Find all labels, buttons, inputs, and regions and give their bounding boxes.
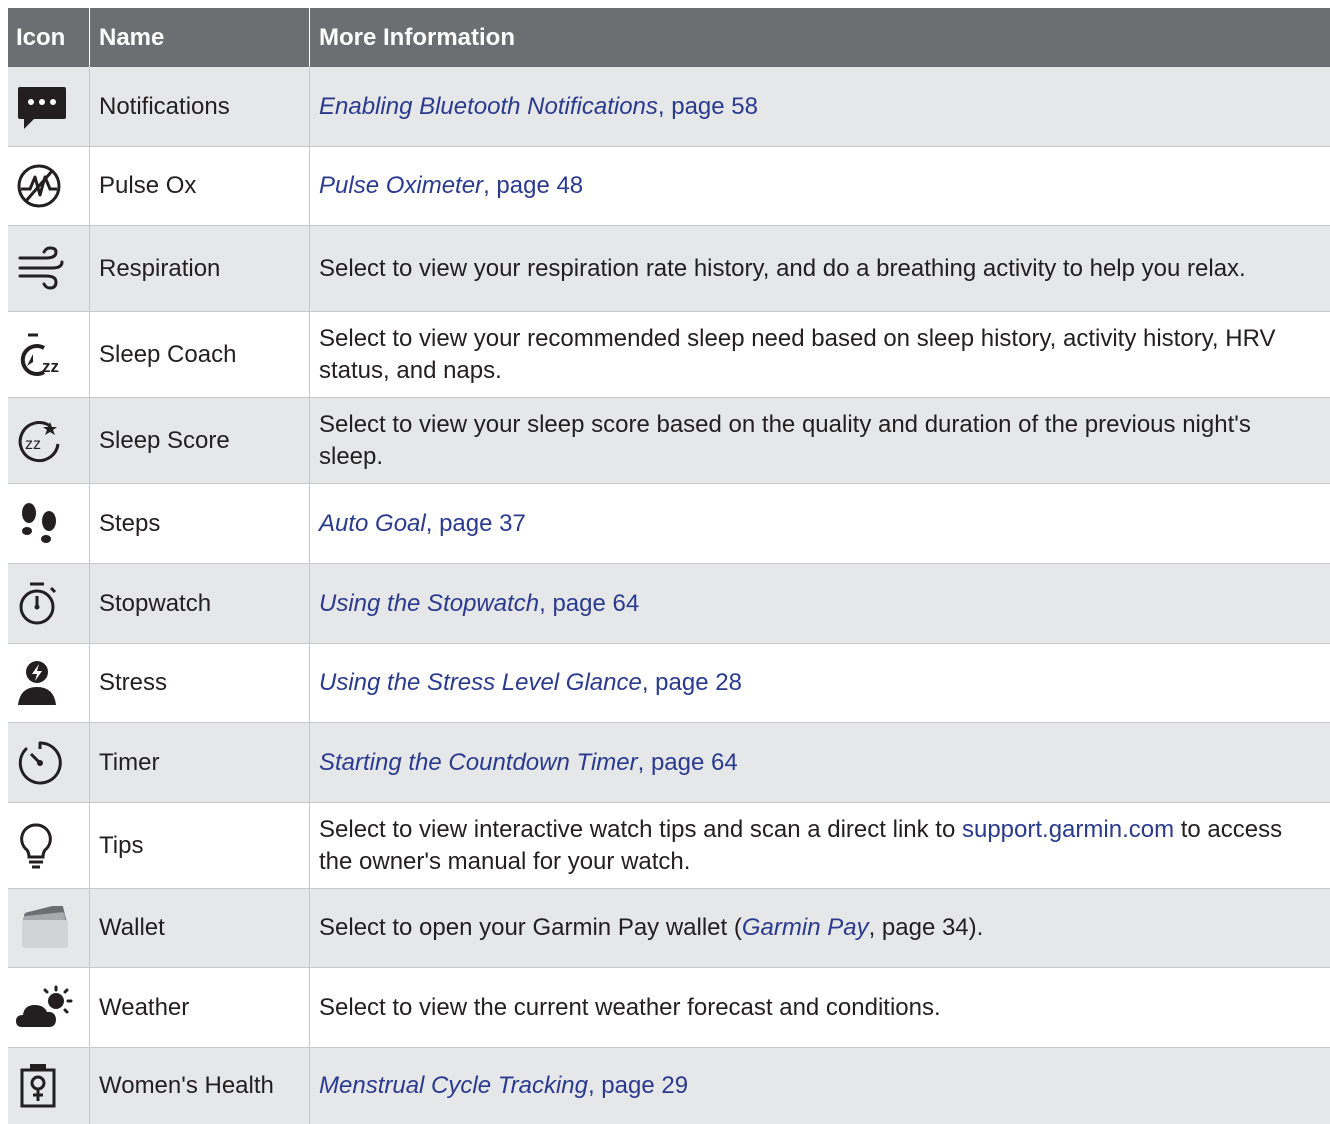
table-row: Respiration Select to view your respirat… (8, 226, 1330, 312)
table-row: Notifications Enabling Bluetooth Notific… (8, 67, 1330, 147)
page-reference[interactable]: , page 37 (426, 510, 526, 537)
cross-reference-link[interactable]: Pulse Oximeter (319, 172, 483, 199)
table-row: Stopwatch Using the Stopwatch, page 64 (8, 564, 1330, 644)
page-reference[interactable]: , page 28 (642, 669, 742, 696)
cross-reference-link[interactable]: Starting the Countdown Timer (319, 749, 638, 776)
row-description: Select to view your sleep score based on… (319, 410, 1251, 470)
cross-reference-link[interactable]: Menstrual Cycle Tracking (319, 1072, 588, 1099)
stopwatch-icon (19, 582, 57, 624)
row-name: Wallet (90, 889, 310, 967)
respiration-icon (18, 245, 64, 290)
feature-table: Icon Name More Information Notifications… (8, 8, 1330, 1124)
row-description: Select to open your Garmin Pay wallet ( (319, 914, 742, 941)
page-reference: , page 34). (868, 914, 984, 941)
sleep-coach-icon: zz (20, 333, 59, 376)
header-info: More Information (319, 23, 515, 51)
table-row: Women's Health Menstrual Cycle Tracking,… (8, 1048, 1330, 1124)
cross-reference-link[interactable]: Garmin Pay (742, 914, 869, 941)
row-name: Stopwatch (90, 564, 310, 643)
cross-reference-link[interactable]: Using the Stress Level Glance (319, 669, 642, 696)
table-row: Weather Select to view the current weath… (8, 968, 1330, 1048)
table-row: zz Sleep Score Select to view your sleep… (8, 398, 1330, 484)
page-reference[interactable]: , page 29 (588, 1072, 688, 1099)
table-row: Wallet Select to open your Garmin Pay wa… (8, 889, 1330, 968)
page-reference[interactable]: , page 64 (539, 590, 639, 617)
womens-health-icon (20, 1064, 56, 1108)
header-icon: Icon (8, 8, 90, 67)
wallet-icon (22, 906, 68, 948)
tips-icon (20, 822, 52, 868)
steps-icon (22, 502, 56, 543)
notifications-icon (18, 86, 66, 129)
page-reference[interactable]: , page 58 (658, 93, 758, 120)
header-name: Name (90, 8, 310, 67)
row-name: Pulse Ox (90, 147, 310, 225)
timer-icon (18, 740, 62, 784)
table-row: zz Sleep Coach Select to view your recom… (8, 312, 1330, 398)
row-name: Timer (90, 723, 310, 802)
page-reference[interactable]: , page 64 (638, 749, 738, 776)
sleep-score-icon: zz (18, 420, 60, 462)
table-row: Timer Starting the Countdown Timer, page… (8, 723, 1330, 803)
page-reference[interactable]: , page 48 (483, 172, 583, 199)
row-name: Sleep Score (90, 398, 310, 483)
row-name: Tips (90, 803, 310, 888)
row-name: Stress (90, 644, 310, 722)
row-name: Weather (90, 968, 310, 1047)
row-name: Women's Health (90, 1048, 310, 1124)
stress-icon (18, 661, 56, 705)
row-name: Sleep Coach (90, 312, 310, 397)
table-row: Tips Select to view interactive watch ti… (8, 803, 1330, 889)
svg-text:zz: zz (42, 357, 59, 376)
cross-reference-link[interactable]: Auto Goal (319, 510, 426, 537)
support-url-link[interactable]: support.garmin.com (962, 816, 1174, 843)
table-row: Steps Auto Goal, page 37 (8, 484, 1330, 564)
table-header: Icon Name More Information (8, 8, 1330, 67)
row-name: Notifications (90, 67, 310, 146)
row-description: Select to view your respiration rate his… (319, 254, 1246, 282)
pulse-ox-icon (17, 164, 61, 208)
row-description: Select to view the current weather forec… (319, 993, 941, 1021)
row-description: Select to view interactive watch tips an… (319, 815, 962, 843)
svg-text:zz: zz (25, 436, 41, 453)
weather-icon (16, 985, 73, 1027)
table-row: Pulse Ox Pulse Oximeter, page 48 (8, 147, 1330, 226)
row-name: Respiration (90, 226, 310, 311)
cross-reference-link[interactable]: Enabling Bluetooth Notifications (319, 93, 658, 120)
row-name: Steps (90, 484, 310, 563)
row-description: Select to view your recommended sleep ne… (319, 324, 1276, 384)
cross-reference-link[interactable]: Using the Stopwatch (319, 590, 539, 617)
table-row: Stress Using the Stress Level Glance, pa… (8, 644, 1330, 723)
